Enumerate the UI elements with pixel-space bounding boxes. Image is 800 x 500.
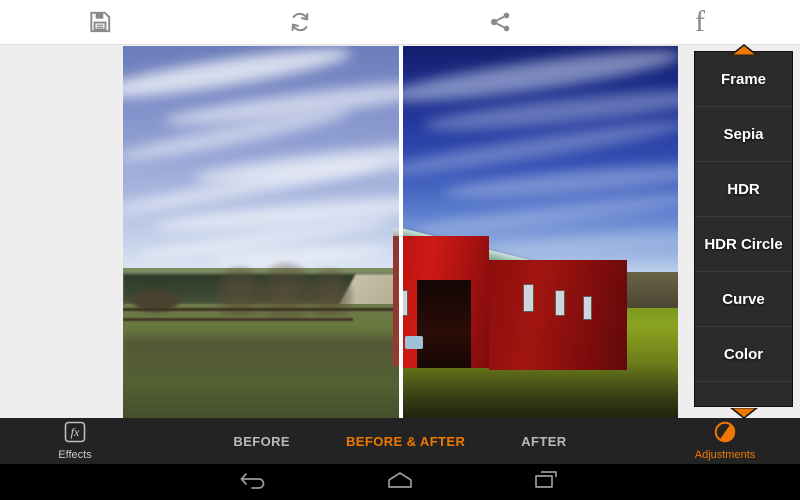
effect-item-hdr[interactable]: HDR: [695, 162, 792, 217]
bottom-toolbar: fx Effects BEFORE BEFORE & AFTER AFTER A…: [0, 418, 800, 464]
facebook-button[interactable]: f: [600, 0, 800, 45]
tab-after[interactable]: AFTER: [521, 434, 566, 449]
back-icon: [239, 469, 269, 496]
facebook-icon: f: [687, 7, 713, 37]
photo-editor-app: f: [0, 0, 800, 500]
effects-scroll-up-button[interactable]: [729, 43, 759, 55]
refresh-icon: [287, 9, 313, 35]
photo-after-half: [402, 46, 678, 418]
effects-panel[interactable]: Frame Sepia HDR HDR Circle Curve Color: [694, 51, 793, 407]
effects-label: Effects: [58, 449, 91, 461]
photo-before-half: [123, 46, 400, 418]
top-toolbar: f: [0, 0, 800, 45]
tab-before[interactable]: BEFORE: [233, 434, 290, 449]
save-button[interactable]: [0, 0, 200, 45]
effect-item-hdr-circle[interactable]: HDR Circle: [695, 217, 792, 272]
effect-item-frame[interactable]: Frame: [695, 52, 792, 107]
before-after-divider[interactable]: [399, 46, 403, 418]
android-navigation-bar: [0, 464, 800, 500]
effect-item-sepia[interactable]: Sepia: [695, 107, 792, 162]
effect-item-curve[interactable]: Curve: [695, 272, 792, 327]
fx-icon: fx: [63, 421, 87, 448]
back-button[interactable]: [231, 464, 277, 500]
effect-item-partial[interactable]: [695, 382, 792, 407]
barn-window: [583, 296, 592, 320]
contrast-dial-icon: [714, 421, 736, 448]
photo-preview[interactable]: [123, 46, 678, 418]
home-button[interactable]: [377, 464, 423, 500]
save-icon: [87, 9, 113, 35]
share-icon: [487, 9, 513, 35]
svg-text:f: f: [695, 7, 705, 37]
bucket: [405, 336, 423, 349]
barn-window: [523, 284, 534, 312]
barn-window: [555, 290, 565, 316]
photo-after-scene: [402, 46, 678, 418]
effects-scroll-down-button[interactable]: [729, 406, 759, 418]
effect-item-color[interactable]: Color: [695, 327, 792, 382]
view-mode-tabs: BEFORE BEFORE & AFTER AFTER: [150, 418, 650, 464]
home-icon: [386, 470, 414, 495]
tab-before-and-after[interactable]: BEFORE & AFTER: [346, 434, 465, 449]
adjustments-label: Adjustments: [695, 449, 756, 461]
barn-door-after: [417, 280, 471, 368]
effects-button[interactable]: fx Effects: [0, 418, 150, 464]
photo-before-scene: [123, 46, 400, 418]
adjustments-button[interactable]: Adjustments: [650, 418, 800, 464]
recents-icon: [533, 469, 559, 496]
recents-button[interactable]: [523, 464, 569, 500]
svg-text:fx: fx: [71, 425, 80, 439]
share-button[interactable]: [400, 0, 600, 45]
reset-button[interactable]: [200, 0, 400, 45]
